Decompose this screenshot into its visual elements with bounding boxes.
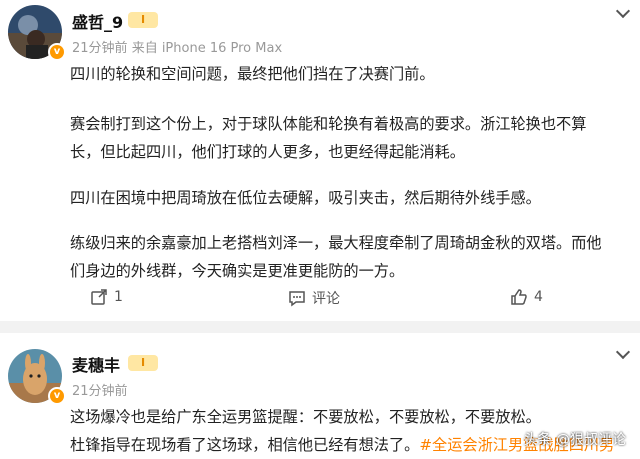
- post-card: v 麦穗丰 Ⅰ 21分钟前 这场爆冷也是给广东全运男篮提醒：不要放松，不要放松，…: [0, 333, 640, 455]
- post-meta: 21分钟前: [72, 380, 128, 399]
- comment-icon: [289, 291, 305, 307]
- level-badge: Ⅰ: [128, 12, 158, 28]
- post-line: 这场爆冷也是给广东全运男篮提醒：不要放松，不要放松，不要放松。: [70, 408, 541, 426]
- post-paragraph: 四川在困境中把周琦放在低位去硬解，吸引夹击，然后期待外线手感。: [70, 189, 541, 207]
- post-card: v 盛哲_9 Ⅰ 21分钟前 来自 iPhone 16 Pro Max 四川的轮…: [0, 0, 640, 321]
- verified-badge-icon: v: [48, 387, 66, 405]
- post-time: 21分钟前: [72, 384, 128, 399]
- post-paragraph: 四川的轮换和空间问题，最终把他们挡在了决赛门前。: [70, 65, 435, 83]
- post-source: 来自 iPhone 16 Pro Max: [131, 41, 283, 56]
- post-time: 21分钟前: [72, 41, 128, 56]
- username[interactable]: 麦穗丰: [72, 352, 120, 376]
- like-button[interactable]: 4: [510, 288, 543, 306]
- post-text: 杜锋指导在现场看了这场球，相信他已经有想法了。: [70, 436, 420, 454]
- chevron-down-icon[interactable]: [615, 344, 631, 360]
- post-separator: [0, 321, 640, 333]
- watermark: 头条 @狠叔评论: [523, 432, 626, 448]
- post-meta: 21分钟前 来自 iPhone 16 Pro Max: [72, 37, 282, 56]
- thumbs-up-icon: [511, 289, 527, 305]
- post-paragraph: 练级归来的余嘉豪加上老搭档刘泽一，最大程度牵制了周琦胡金秋的双塔。而他们身边的外…: [70, 234, 602, 280]
- like-count: 4: [534, 289, 543, 305]
- repost-icon: [91, 289, 107, 305]
- repost-count: 1: [114, 289, 123, 305]
- comment-button[interactable]: 评论: [288, 288, 340, 308]
- repost-button[interactable]: 1: [90, 288, 123, 306]
- comment-label: 评论: [312, 291, 340, 307]
- post-paragraph: 赛会制打到这个份上，对于球队体能和轮换有着极高的要求。浙江轮换也不算长，但比起四…: [70, 115, 587, 161]
- chevron-down-icon[interactable]: [615, 3, 631, 19]
- username[interactable]: 盛哲_9: [72, 9, 123, 33]
- level-badge: Ⅰ: [128, 355, 158, 371]
- verified-badge-icon: v: [48, 43, 66, 61]
